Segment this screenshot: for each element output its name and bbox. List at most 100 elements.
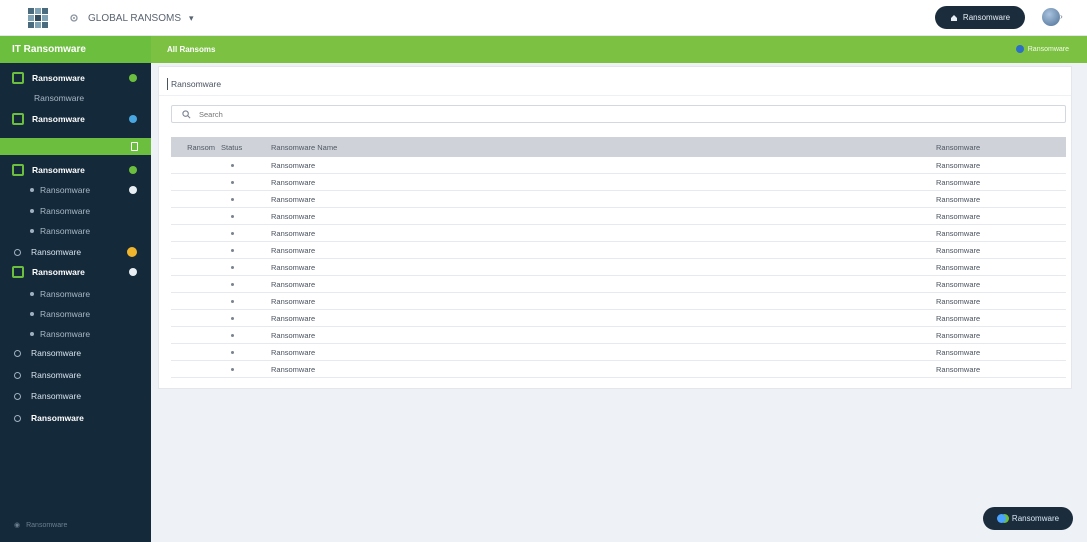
table-row[interactable]: Ransomware Ransomware bbox=[171, 225, 1066, 242]
row-status-icon bbox=[221, 280, 261, 289]
sidebar-item-4[interactable]: Ransomware bbox=[0, 242, 151, 262]
circle-icon bbox=[14, 371, 21, 379]
divider bbox=[159, 95, 1071, 96]
sidebar-item-1[interactable]: Ransomware bbox=[0, 68, 151, 88]
table-row[interactable]: Ransomware Ransomware bbox=[171, 208, 1066, 225]
row-name: Ransomware bbox=[271, 330, 316, 340]
sidebar-item-6[interactable]: Ransomware bbox=[0, 343, 151, 363]
search-input[interactable] bbox=[199, 109, 1019, 119]
sidebar-subitem-4[interactable]: Ransomware bbox=[0, 221, 151, 241]
row-type: Ransomware bbox=[936, 194, 981, 204]
row-type: Ransomware bbox=[936, 160, 981, 170]
home-icon bbox=[950, 14, 957, 21]
floating-action-button[interactable]: Ransomware bbox=[983, 507, 1073, 530]
sidebar-subitem-1[interactable]: Ransomware bbox=[0, 88, 151, 108]
sidebar-item-label: Ransomware bbox=[31, 348, 82, 358]
row-type: Ransomware bbox=[936, 330, 981, 340]
sidebar-subitem-7[interactable]: Ransomware bbox=[0, 324, 151, 344]
row-status-icon bbox=[221, 297, 261, 306]
circle-icon bbox=[14, 414, 21, 422]
sidebar-active-bar[interactable] bbox=[0, 138, 151, 155]
bullet-icon bbox=[30, 332, 34, 336]
column-header[interactable]: Ransomware Name bbox=[261, 143, 936, 152]
row-name: Ransomware bbox=[271, 160, 316, 170]
panel-title: Ransomware bbox=[167, 72, 221, 96]
bullet-icon bbox=[30, 312, 34, 316]
row-type: Ransomware bbox=[936, 262, 981, 272]
row-status-icon bbox=[221, 365, 261, 374]
row-type: Ransomware bbox=[936, 296, 981, 306]
table-row[interactable]: Ransomware Ransomware bbox=[171, 327, 1066, 344]
sidebar-item-5[interactable]: Ransomware bbox=[0, 262, 151, 282]
sidebar-header[interactable]: IT Ransomware bbox=[0, 36, 151, 63]
top-action-button[interactable]: Ransomware bbox=[935, 6, 1025, 29]
sidebar: IT Ransomware Ransomware Ransomware Rans… bbox=[0, 36, 151, 542]
table-row[interactable]: Ransomware Ransomware bbox=[171, 174, 1066, 191]
sidebar-item-label: Ransomware bbox=[31, 247, 82, 257]
panel-title-text: Ransomware bbox=[171, 79, 222, 89]
row-name: Ransomware bbox=[271, 262, 316, 272]
table-row[interactable]: Ransomware Ransomware bbox=[171, 259, 1066, 276]
sidebar-item-7[interactable]: Ransomware bbox=[0, 365, 151, 385]
folder-icon bbox=[12, 72, 24, 84]
sidebar-item-label: Ransomware bbox=[40, 226, 91, 236]
sidebar-item-9[interactable]: Ransomware bbox=[0, 408, 151, 428]
sidebar-item-label: Ransomware bbox=[40, 309, 91, 319]
table-header: Ransom Status Ransomware Name Ransomware bbox=[171, 137, 1066, 157]
warning-badge bbox=[127, 247, 137, 257]
row-name: Ransomware bbox=[271, 313, 316, 323]
sidebar-subitem-6[interactable]: Ransomware bbox=[0, 304, 151, 324]
sidebar-item-3[interactable]: Ransomware bbox=[0, 160, 151, 180]
column-header[interactable]: Ransom bbox=[171, 143, 221, 152]
table-row[interactable]: Ransomware Ransomware bbox=[171, 293, 1066, 310]
row-name: Ransomware bbox=[271, 194, 316, 204]
app-logo-icon[interactable] bbox=[26, 6, 50, 30]
grid-icon bbox=[12, 266, 24, 278]
table-row[interactable]: Ransomware Ransomware bbox=[171, 242, 1066, 259]
table-row[interactable]: Ransomware Ransomware bbox=[171, 191, 1066, 208]
sidebar-footer[interactable]: ◉ Ransomware bbox=[14, 520, 138, 530]
sidebar-item-label: Ransomware bbox=[34, 93, 85, 103]
sidebar-item-label: Ransomware bbox=[31, 370, 82, 380]
status-badge bbox=[129, 186, 137, 194]
table-row[interactable]: Ransomware Ransomware bbox=[171, 310, 1066, 327]
status-badge bbox=[129, 74, 137, 82]
table-row[interactable]: Ransomware Ransomware bbox=[171, 344, 1066, 361]
info-icon bbox=[1015, 45, 1024, 53]
sidebar-item-2[interactable]: Ransomware bbox=[0, 109, 151, 129]
sidebar-subitem-5[interactable]: Ransomware bbox=[0, 284, 151, 304]
text-caret bbox=[167, 78, 168, 90]
fab-label: Ransomware bbox=[1011, 514, 1060, 523]
row-status-icon bbox=[221, 229, 261, 238]
main-header: All Ransoms Ransomware bbox=[151, 36, 1087, 63]
avatar[interactable] bbox=[1042, 8, 1060, 26]
status-badge bbox=[129, 268, 137, 276]
bullet-icon bbox=[30, 188, 34, 192]
row-type: Ransomware bbox=[936, 245, 981, 255]
column-header[interactable]: Status bbox=[221, 143, 261, 152]
column-header[interactable]: Ransomware bbox=[936, 143, 1066, 152]
table-row[interactable]: Ransomware Ransomware bbox=[171, 361, 1066, 378]
folder-icon bbox=[12, 164, 24, 176]
chevron-down-icon: ▾ bbox=[189, 12, 194, 23]
pin-icon bbox=[131, 142, 138, 151]
chevron-right-icon[interactable]: › bbox=[1060, 12, 1063, 21]
row-status-icon bbox=[221, 195, 261, 204]
org-switcher[interactable]: GLOBAL RANSOMS ▾ bbox=[68, 10, 194, 26]
main-header-action[interactable]: Ransomware bbox=[1015, 45, 1069, 53]
bullet-icon bbox=[30, 209, 34, 213]
sidebar-subitem-3[interactable]: Ransomware bbox=[0, 201, 151, 221]
row-name: Ransomware bbox=[271, 364, 316, 374]
status-badge bbox=[129, 115, 137, 123]
chat-icon bbox=[996, 514, 1006, 523]
search-box[interactable] bbox=[171, 105, 1066, 123]
sidebar-item-label: Ransomware bbox=[40, 206, 91, 216]
sidebar-item-8[interactable]: Ransomware bbox=[0, 386, 151, 406]
row-name: Ransomware bbox=[271, 245, 316, 255]
monitor-icon bbox=[12, 113, 24, 125]
sidebar-item-label: Ransomware bbox=[32, 165, 85, 175]
table-row[interactable]: Ransomware Ransomware bbox=[171, 157, 1066, 174]
table-row[interactable]: Ransomware Ransomware bbox=[171, 276, 1066, 293]
sidebar-footer-label: Ransomware bbox=[26, 521, 68, 529]
sidebar-subitem-2[interactable]: Ransomware bbox=[0, 180, 151, 200]
